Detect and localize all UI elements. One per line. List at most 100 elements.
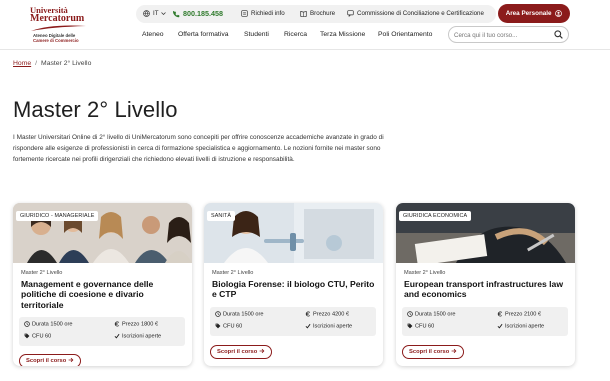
course-price: Prezzo 2100 € (497, 311, 541, 317)
breadcrumb-separator: / (35, 60, 38, 67)
clock-icon (215, 311, 221, 317)
course-price-text: Prezzo 2100 € (505, 311, 542, 318)
arrow-right-icon (68, 358, 74, 363)
course-status: Iscrizioni aperte (114, 333, 161, 339)
breadcrumb-home-link[interactable]: Home (13, 60, 31, 67)
course-meta: Durata 1500 ore Prezzo 1800 € CFU 60 Isc… (19, 317, 185, 346)
clock-icon (24, 321, 30, 327)
course-duration: Durata 1500 ore (24, 321, 72, 327)
course-card[interactable]: GIURIDICA ECONOMICA Master 2° Livello Eu… (396, 203, 575, 366)
course-meta: Durata 1500 ore Prezzo 4200 € CFU 60 Isc… (210, 307, 376, 336)
scopri-corso-button[interactable]: Scopri il corso (19, 354, 81, 366)
search-icon[interactable] (554, 30, 563, 39)
university-logo[interactable]: Università Mercatorum Ateneo Digitale de… (30, 6, 92, 44)
course-level: Master 2° Livello (212, 270, 254, 276)
scopri-corso-label: Scopri il corso (26, 358, 67, 364)
scopri-corso-label: Scopri il corso (217, 349, 258, 355)
course-status: Iscrizioni aperte (497, 323, 544, 329)
course-card[interactable]: SANITÀ Master 2° Livello Biologia Forens… (204, 203, 383, 366)
course-image: GIURIDICA ECONOMICA (396, 203, 575, 263)
tag-icon (215, 323, 221, 329)
chat-icon (347, 10, 354, 17)
search-input[interactable] (454, 29, 550, 41)
document-icon (241, 10, 248, 17)
course-title[interactable]: Biologia Forense: il biologo CTU, Perito… (212, 279, 377, 300)
course-title[interactable]: Management e governance delle politiche … (21, 279, 186, 310)
category-tag: SANITÀ (207, 211, 236, 221)
check-icon (497, 323, 503, 329)
nav-item-poli-orientamento[interactable]: Poli Orientamento (378, 28, 432, 42)
request-info-label: Richiedi info (251, 10, 285, 17)
course-cfu: CFU 60 (407, 323, 434, 329)
scopri-corso-button[interactable]: Scopri il corso (402, 345, 464, 359)
course-status-text: Iscrizioni aperte (122, 333, 162, 340)
category-tag: GIURIDICO - MANAGERIALE (16, 211, 99, 221)
area-personale-label: Area Personale (505, 10, 552, 17)
course-duration: Durata 1500 ore (215, 311, 263, 317)
course-price: Prezzo 4200 € (305, 311, 349, 317)
brochure-link[interactable]: Brochure (300, 5, 335, 23)
course-duration-text: Durata 1500 ore (32, 321, 73, 328)
site-header: Università Mercatorum Ateneo Digitale de… (0, 0, 610, 50)
scopri-corso-label: Scopri il corso (409, 349, 450, 355)
breadcrumb-current: Master 2° Livello (41, 60, 92, 67)
phone-icon (173, 10, 180, 18)
course-title[interactable]: European transport infrastructures law a… (404, 279, 569, 300)
course-image: SANITÀ (204, 203, 383, 263)
language-selector[interactable]: IT (143, 5, 166, 23)
course-status-text: Iscrizioni aperte (313, 323, 353, 330)
commission-label: Commissione di Conciliazione e Certifica… (357, 10, 484, 17)
category-tag: GIURIDICA ECONOMICA (399, 211, 472, 221)
chevron-down-icon (161, 12, 166, 15)
course-level: Master 2° Livello (404, 270, 446, 276)
area-personale-button[interactable]: Area Personale (498, 4, 570, 23)
tag-icon (407, 323, 413, 329)
course-cfu: CFU 60 (215, 323, 242, 329)
intro-text: I Master Universitari Online di 2° livel… (13, 134, 384, 164)
arrow-right-icon (259, 349, 265, 354)
course-cfu: CFU 60 (24, 333, 51, 339)
course-status-text: Iscrizioni aperte (505, 323, 545, 330)
course-cfu-text: CFU 60 (223, 323, 243, 330)
course-card[interactable]: GIURIDICO - MANAGERIALE Master 2° Livell… (13, 203, 192, 366)
course-image: GIURIDICO - MANAGERIALE (13, 203, 192, 263)
nav-item-ricerca[interactable]: Ricerca (284, 28, 307, 42)
course-price: Prezzo 1800 € (114, 321, 158, 327)
page-title: Master 2° Livello (13, 97, 178, 122)
course-meta: Durata 1500 ore Prezzo 2100 € CFU 60 Isc… (402, 307, 568, 336)
course-duration-text: Durata 1500 ore (223, 311, 264, 318)
course-status: Iscrizioni aperte (305, 323, 352, 329)
globe-icon (143, 10, 150, 17)
commission-link[interactable]: Commissione di Conciliazione e Certifica… (347, 5, 484, 23)
user-icon (555, 9, 563, 17)
arrow-right-icon (451, 349, 457, 354)
course-price-text: Prezzo 4200 € (313, 311, 350, 318)
phone-number: 800.185.458 (183, 9, 223, 18)
nav-item-terza-missione[interactable]: Terza Missione (320, 28, 365, 42)
euro-icon (305, 311, 311, 317)
check-icon (114, 333, 120, 339)
course-price-text: Prezzo 1800 € (122, 321, 159, 328)
search-box (448, 26, 569, 43)
scopri-corso-button[interactable]: Scopri il corso (210, 345, 272, 359)
brochure-icon (300, 10, 307, 17)
clock-icon (407, 311, 413, 317)
top-utility-bar: IT 800.185.458 Richiedi info Brochure Co… (136, 5, 496, 23)
logo-swoosh-icon (31, 25, 86, 31)
tag-icon (24, 333, 30, 339)
language-label: IT (153, 10, 159, 17)
nav-item-ateneo[interactable]: Ateneo (142, 28, 164, 42)
check-icon (305, 323, 311, 329)
nav-item-studenti[interactable]: Studenti (244, 28, 269, 42)
breadcrumb: Home / Master 2° Livello (13, 60, 91, 67)
course-duration-text: Durata 1500 ore (415, 311, 456, 318)
course-cfu-text: CFU 60 (32, 333, 52, 340)
phone-link[interactable]: 800.185.458 (173, 5, 223, 23)
euro-icon (114, 321, 120, 327)
euro-icon (497, 311, 503, 317)
logo-subtitle: Ateneo Digitale delle Camere di Commerci… (33, 33, 79, 43)
nav-item-offerta-formativa[interactable]: Offerta formativa (178, 28, 229, 42)
brochure-label: Brochure (310, 10, 336, 17)
request-info-link[interactable]: Richiedi info (241, 5, 285, 23)
logo-line4: Camere di Commercio (33, 38, 79, 43)
